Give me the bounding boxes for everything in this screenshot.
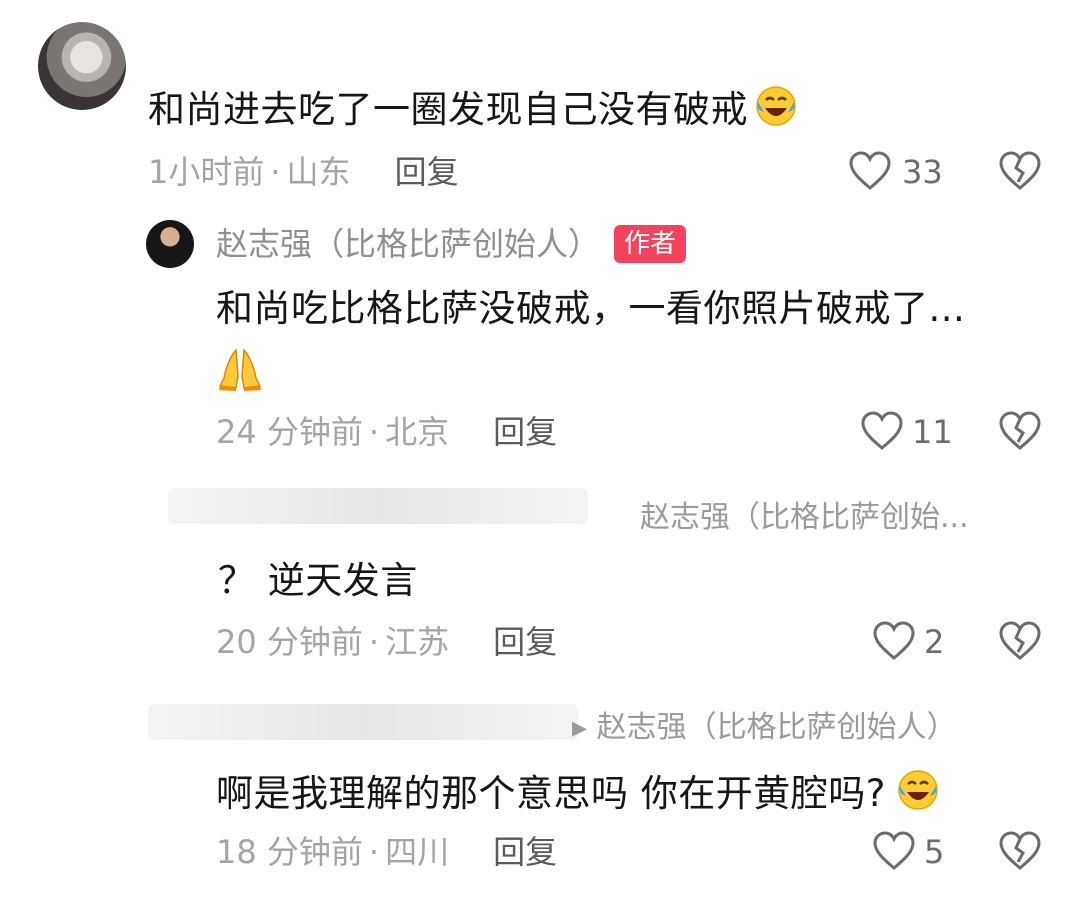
author-reply-text: 和尚吃比格比萨没破戒，一看你照片破戒了... xyxy=(216,287,966,330)
reply-text: 啊是我理解的那个意思吗 你在开黄腔吗? xyxy=(216,768,940,817)
comment-text: 和尚进去吃了一圈发现自己没有破戒 xyxy=(148,84,798,133)
reply-time: 24 分钟前 xyxy=(216,413,363,451)
commenter-avatar[interactable] xyxy=(38,22,126,110)
meta-separator: · xyxy=(368,413,380,451)
reply-meta: 18 分钟前 · 四川 回复 xyxy=(216,832,557,872)
broken-heart-icon[interactable] xyxy=(998,620,1042,662)
reply-location: 北京 xyxy=(385,413,450,451)
heart-outline-icon[interactable] xyxy=(872,830,916,872)
reply-to-target[interactable]: 赵志强（比格比萨创始... xyxy=(640,498,969,538)
broken-heart-icon[interactable] xyxy=(998,830,1042,872)
reply-button[interactable]: 回复 xyxy=(493,622,557,662)
reply-time: 18 分钟前 xyxy=(216,833,363,871)
folded-hands-emoji-icon xyxy=(216,346,264,396)
reply-location: 江苏 xyxy=(385,623,450,661)
author-header: 赵志强（比格比萨创始人） 作者 xyxy=(216,224,687,264)
author-reply-meta: 24 分钟前 · 北京 回复 xyxy=(216,412,557,452)
comment-text-body: 和尚进去吃了一圈发现自己没有破戒 xyxy=(148,88,748,131)
like-count: 11 xyxy=(912,413,953,451)
reply-text: ？ 逆天发言 xyxy=(218,559,418,602)
reply-time: 20 分钟前 xyxy=(216,623,363,661)
heart-outline-icon[interactable] xyxy=(848,150,892,192)
broken-heart-icon[interactable] xyxy=(998,150,1042,192)
reply-button[interactable]: 回复 xyxy=(395,152,459,192)
like-count: 33 xyxy=(902,153,943,191)
reply-to-target[interactable]: ▸ 赵志强（比格比萨创始人） xyxy=(572,708,957,748)
crying-laughing-emoji-icon xyxy=(896,768,940,812)
like-count: 2 xyxy=(924,623,945,661)
comment-location: 山东 xyxy=(286,153,351,191)
heart-outline-icon[interactable] xyxy=(860,410,904,452)
crying-laughing-emoji-icon xyxy=(754,84,798,128)
reply-meta: 20 分钟前 · 江苏 回复 xyxy=(216,622,557,662)
meta-separator: · xyxy=(368,833,380,871)
comment-time: 1小时前 xyxy=(148,153,265,191)
blurred-username xyxy=(168,488,588,524)
reply-text-body: 啊是我理解的那个意思吗 你在开黄腔吗? xyxy=(216,772,886,815)
reply-button[interactable]: 回复 xyxy=(493,412,557,452)
like-count: 5 xyxy=(924,833,945,871)
meta-separator: · xyxy=(368,623,380,661)
blurred-username xyxy=(148,704,578,740)
author-badge: 作者 xyxy=(614,225,687,263)
meta-separator: · xyxy=(270,153,281,191)
author-name[interactable]: 赵志强（比格比萨创始人） xyxy=(216,224,600,264)
comment-meta: 1小时前 · 山东 回复 xyxy=(148,152,459,192)
heart-outline-icon[interactable] xyxy=(872,620,916,662)
author-avatar[interactable] xyxy=(146,220,194,268)
broken-heart-icon[interactable] xyxy=(998,410,1042,452)
reply-button[interactable]: 回复 xyxy=(493,832,557,872)
reply-location: 四川 xyxy=(385,833,450,871)
